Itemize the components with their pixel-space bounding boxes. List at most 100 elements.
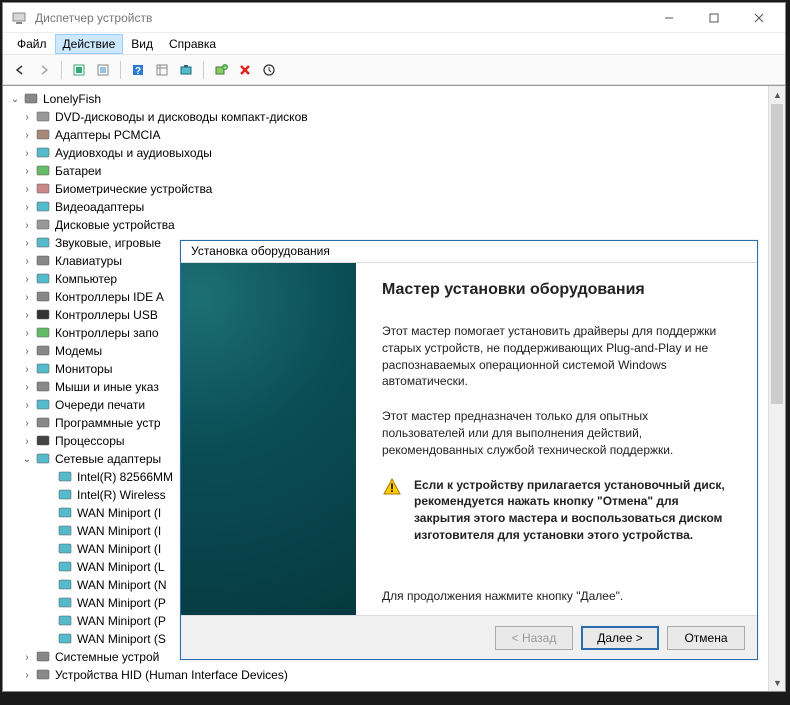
chevron-right-icon[interactable]: › — [21, 165, 33, 177]
chevron-right-icon[interactable]: › — [21, 309, 33, 321]
chevron-right-icon[interactable]: › — [21, 147, 33, 159]
wizard-continue-text: Для продолжения нажмите кнопку "Далее". — [382, 589, 731, 603]
titlebar: Диспетчер устройств — [3, 3, 785, 33]
chevron-right-icon[interactable]: › — [21, 345, 33, 357]
tree-item-label: WAN Miniport (I — [77, 506, 161, 520]
chevron-right-icon[interactable]: › — [21, 363, 33, 375]
tree-item-label: Аудиовходы и аудиовыходы — [55, 146, 212, 160]
tree-item-label: Очереди печати — [55, 398, 145, 412]
tree-item-label: Биометрические устройства — [55, 182, 212, 196]
tree-item-label: Контроллеры USB — [55, 308, 158, 322]
chevron-right-icon[interactable]: › — [21, 129, 33, 141]
chevron-right-icon[interactable]: › — [21, 327, 33, 339]
wizard-button-row: < Назад Далее > Отмена — [181, 615, 757, 659]
chevron-down-icon[interactable]: ⌄ — [9, 93, 21, 105]
audio-icon — [35, 145, 51, 161]
tree-category[interactable]: › Аудиовходы и аудиовыходы — [3, 144, 785, 162]
svg-text:?: ? — [135, 66, 141, 77]
close-button[interactable] — [736, 4, 781, 32]
nic-icon — [57, 613, 73, 629]
tree-item-label: Клавиатуры — [55, 254, 122, 268]
chevron-right-icon[interactable]: › — [21, 219, 33, 231]
hid-icon — [35, 667, 51, 683]
usb-icon — [35, 307, 51, 323]
chevron-right-icon[interactable]: › — [21, 273, 33, 285]
chevron-right-icon[interactable]: › — [21, 255, 33, 267]
scroll-thumb[interactable] — [771, 104, 783, 404]
wizard-sidebar-graphic — [181, 263, 356, 615]
remove-icon[interactable] — [234, 59, 256, 81]
nic-icon — [57, 469, 73, 485]
tree-item-label: Модемы — [55, 344, 102, 358]
maximize-button[interactable] — [691, 4, 736, 32]
tree-item-label: WAN Miniport (I — [77, 542, 161, 556]
chevron-right-icon[interactable]: › — [21, 183, 33, 195]
minimize-button[interactable] — [646, 4, 691, 32]
tree-item-label: Батареи — [55, 164, 101, 178]
scroll-up-icon[interactable]: ▲ — [769, 86, 785, 103]
chevron-right-icon[interactable]: › — [21, 669, 33, 681]
vertical-scrollbar[interactable]: ▲ ▼ — [768, 86, 785, 691]
tree-category[interactable]: › Батареи — [3, 162, 785, 180]
tree-item-label: WAN Miniport (S — [77, 632, 166, 646]
tree-category[interactable]: ›Адаптеры PCMCIA — [3, 126, 785, 144]
computer-icon — [35, 271, 51, 287]
menu-action[interactable]: Действие — [55, 34, 124, 54]
chevron-right-icon[interactable]: › — [21, 291, 33, 303]
tree-category[interactable]: › Биометрические устройства — [3, 180, 785, 198]
network-icon — [35, 451, 51, 467]
tree-item-label: Звуковые, игровые — [55, 236, 161, 250]
next-button[interactable]: Далее > — [581, 626, 659, 650]
menu-view[interactable]: Вид — [123, 34, 161, 54]
chevron-right-icon[interactable]: › — [21, 237, 33, 249]
menu-help[interactable]: Справка — [161, 34, 224, 54]
monitor-icon — [35, 361, 51, 377]
nic-icon — [57, 487, 73, 503]
nic-icon — [57, 523, 73, 539]
sound-icon — [35, 235, 51, 251]
printer-icon — [35, 397, 51, 413]
chevron-right-icon[interactable]: › — [21, 111, 33, 123]
update-icon[interactable] — [258, 59, 280, 81]
properties-icon[interactable] — [92, 59, 114, 81]
tree-item-label: Программные устр — [55, 416, 161, 430]
show-hidden-icon[interactable] — [68, 59, 90, 81]
tree-item-label: Компьютер — [55, 272, 117, 286]
nic-icon — [57, 577, 73, 593]
back-button: < Назад — [495, 626, 573, 650]
help-icon[interactable]: ? — [127, 59, 149, 81]
tree-item-label: Сетевые адаптеры — [55, 452, 161, 466]
tree-category[interactable]: ›DVD-дисководы и дисководы компакт-диско… — [3, 108, 785, 126]
chevron-right-icon[interactable]: › — [21, 381, 33, 393]
menu-file[interactable]: Файл — [9, 34, 55, 54]
app-icon — [11, 10, 27, 26]
add-legacy-icon[interactable]: + — [210, 59, 232, 81]
back-icon[interactable] — [9, 59, 31, 81]
details-icon[interactable] — [151, 59, 173, 81]
forward-icon[interactable] — [33, 59, 55, 81]
chevron-right-icon[interactable]: › — [21, 417, 33, 429]
tree-category[interactable]: ›Видеоадаптеры — [3, 198, 785, 216]
chevron-right-icon[interactable]: › — [21, 651, 33, 663]
tree-item-label: Intel(R) 82566MM — [77, 470, 173, 484]
modem-icon — [35, 343, 51, 359]
tree-category[interactable]: › Дисковые устройства — [3, 216, 785, 234]
software-icon — [35, 415, 51, 431]
tree-item-label: LonelyFish — [43, 92, 101, 106]
scroll-down-icon[interactable]: ▼ — [769, 674, 785, 691]
tree-item-label: Мониторы — [55, 362, 112, 376]
menubar: Файл Действие Вид Справка — [3, 33, 785, 55]
chevron-right-icon[interactable]: › — [21, 435, 33, 447]
tree-item-label: WAN Miniport (I — [77, 524, 161, 538]
chevron-right-icon[interactable]: › — [21, 399, 33, 411]
biometric-icon — [35, 181, 51, 197]
wizard-warning: ! Если к устройству прилагается установо… — [382, 477, 731, 544]
cancel-button[interactable]: Отмена — [667, 626, 745, 650]
chevron-down-icon[interactable]: ⌄ — [21, 453, 33, 465]
chevron-right-icon[interactable]: › — [21, 201, 33, 213]
tree-category[interactable]: ›Устройства HID (Human Interface Devices… — [3, 666, 785, 684]
tree-root[interactable]: ⌄ LonelyFish — [3, 90, 785, 108]
scan-icon[interactable] — [175, 59, 197, 81]
tree-item-label: Дисковые устройства — [55, 218, 175, 232]
tree-item-label: Intel(R) Wireless — [77, 488, 166, 502]
